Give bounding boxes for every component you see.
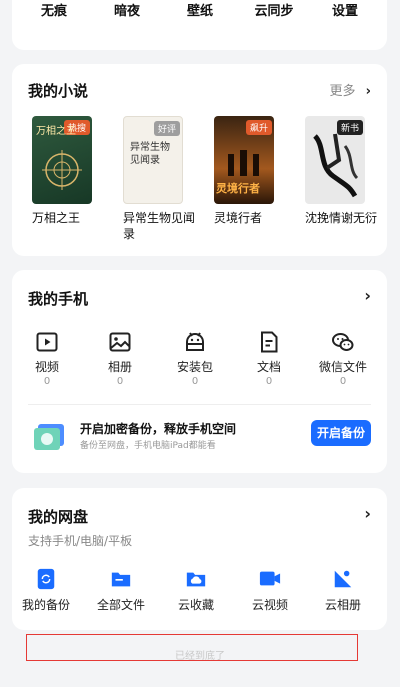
phone-item-video[interactable]: 视频 0 bbox=[15, 330, 79, 387]
folder-icon bbox=[111, 572, 131, 587]
quick-tools-card: 无痕 暗夜 壁纸 云同步 设置 bbox=[12, 0, 387, 50]
cloud-item-label: 云相册 bbox=[324, 598, 361, 612]
android-icon bbox=[186, 332, 204, 351]
book-title: 沈挽情谢无衍 bbox=[305, 211, 378, 225]
backup-icon bbox=[37, 568, 55, 590]
book-cover: 好评 异常生物见闻录 bbox=[123, 116, 183, 204]
cloud-item-video[interactable]: 云视频 bbox=[235, 568, 305, 613]
cloud-subtitle: 支持手机/电脑/平板 bbox=[28, 534, 133, 548]
tab-settings[interactable]: 设置 bbox=[332, 0, 358, 19]
my-cloud-drive-card: 我的网盘 › 支持手机/电脑/平板 我的备份 全部文件 云收藏 云视频 云相册 bbox=[12, 488, 387, 630]
book-cover: 新书 bbox=[305, 116, 365, 204]
phone-item-count: 0 bbox=[43, 376, 51, 387]
book-title: 万相之王 bbox=[32, 211, 81, 225]
novels-title: 我的小说 bbox=[28, 82, 89, 100]
phone-title: 我的手机 bbox=[28, 290, 89, 308]
compass-emblem-icon bbox=[42, 150, 82, 190]
cloud-title: 我的网盘 bbox=[28, 508, 89, 526]
cloud-item-label: 全部文件 bbox=[96, 598, 145, 612]
phone-item-label: 文档 bbox=[256, 360, 281, 374]
book-cover-text: 异常生物见闻录 bbox=[130, 142, 170, 166]
cloud-item-label: 我的备份 bbox=[21, 598, 70, 612]
cloud-item-favorites[interactable]: 云收藏 bbox=[161, 568, 231, 613]
book-cover: 飙升 灵境行者 bbox=[214, 116, 274, 204]
phone-item-count: 0 bbox=[191, 376, 199, 387]
backup-subtitle: 备份至网盘，手机电脑iPad都能看 bbox=[80, 441, 216, 451]
cloud-favorite-icon bbox=[186, 572, 206, 587]
phone-item-count: 0 bbox=[265, 376, 273, 387]
cloud-item-label: 云视频 bbox=[251, 598, 288, 612]
phone-item-label: 安装包 bbox=[176, 360, 213, 374]
book-cover: 热搜 万相之王 bbox=[32, 116, 92, 204]
book-cover-text: 灵境行者 bbox=[216, 182, 260, 195]
book-title: 灵境行者 bbox=[214, 211, 263, 225]
photo-icon bbox=[109, 332, 131, 352]
chevron-right-icon[interactable]: › bbox=[364, 286, 371, 305]
tab-cloud-sync[interactable]: 云同步 bbox=[254, 0, 293, 19]
enable-backup-button[interactable]: 开启备份 bbox=[311, 420, 371, 446]
book-item[interactable]: 飙升 灵境行者 灵境行者 bbox=[214, 116, 274, 226]
more-label: 更多 bbox=[329, 84, 356, 99]
backup-title: 开启加密备份，释放手机空间 bbox=[80, 422, 237, 436]
highlight-box bbox=[26, 634, 358, 661]
book-title: 异常生物见闻录 bbox=[123, 211, 196, 241]
ink-calligraphy-icon bbox=[313, 133, 359, 198]
wechat-icon bbox=[332, 333, 354, 351]
my-phone-card: 我的手机 › 视频 0 相册 0 安装包 0 文档 0 微信文件 0 开启加密备… bbox=[12, 270, 387, 473]
backup-shield-icon bbox=[34, 424, 64, 450]
cloud-item-label: 云收藏 bbox=[177, 598, 214, 612]
video-icon bbox=[36, 332, 58, 352]
phone-item-label: 微信文件 bbox=[318, 360, 367, 374]
book-badge: 好评 bbox=[153, 121, 180, 136]
novels-more-link[interactable]: 更多 › bbox=[329, 80, 371, 99]
chevron-right-icon[interactable]: › bbox=[364, 504, 371, 523]
phone-item-count: 0 bbox=[339, 376, 347, 387]
book-item[interactable]: 新书 沈挽情谢无衍 bbox=[305, 116, 377, 226]
cloud-album-icon bbox=[334, 570, 352, 588]
phone-item-photo[interactable]: 相册 0 bbox=[88, 330, 152, 387]
phone-item-wechat[interactable]: 微信文件 0 bbox=[311, 330, 375, 387]
phone-item-apk[interactable]: 安装包 0 bbox=[163, 330, 227, 387]
my-novels-card: 我的小说 更多 › 热搜 万相之王 万相之王 好评 异常生物见闻录 异常生物见闻… bbox=[12, 64, 387, 256]
tab-incognito[interactable]: 无痕 bbox=[41, 0, 67, 19]
document-icon bbox=[261, 331, 278, 353]
book-item[interactable]: 好评 异常生物见闻录 异常生物见闻录 bbox=[123, 116, 195, 242]
phone-item-label: 视频 bbox=[34, 360, 59, 374]
tab-wallpaper[interactable]: 壁纸 bbox=[187, 0, 213, 19]
cloud-item-backup[interactable]: 我的备份 bbox=[11, 568, 81, 613]
tab-dark-mode[interactable]: 暗夜 bbox=[114, 0, 140, 19]
cloud-item-all-files[interactable]: 全部文件 bbox=[86, 568, 156, 613]
backup-promo: 开启加密备份，释放手机空间 备份至网盘，手机电脑iPad都能看 开启备份 bbox=[28, 416, 371, 456]
cloud-item-album[interactable]: 云相册 bbox=[308, 568, 378, 613]
cloud-video-icon bbox=[259, 571, 281, 586]
phone-item-count: 0 bbox=[116, 376, 124, 387]
chevron-right-icon: › bbox=[365, 84, 371, 99]
book-item[interactable]: 热搜 万相之王 万相之王 bbox=[32, 116, 92, 226]
phone-item-document[interactable]: 文档 0 bbox=[237, 330, 301, 387]
divider bbox=[28, 404, 371, 405]
phone-item-label: 相册 bbox=[107, 360, 132, 374]
